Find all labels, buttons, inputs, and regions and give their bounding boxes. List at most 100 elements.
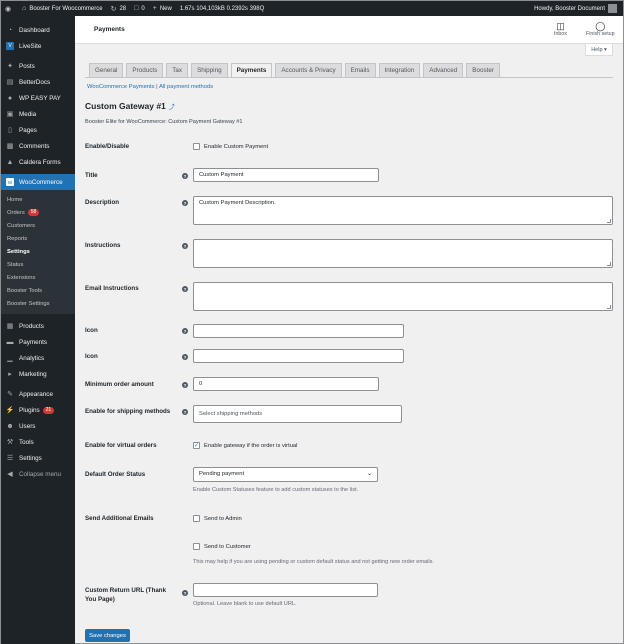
tab-tax[interactable]: Tax (166, 63, 189, 77)
marketing-icon: ▸ (8, 371, 12, 378)
submenu-settings[interactable]: Settings (1, 245, 75, 258)
menu-marketing[interactable]: ▸ Marketing (1, 366, 75, 382)
menu-label: Collapse menu (19, 470, 62, 478)
submenu-customers[interactable]: Customers (1, 219, 75, 232)
help-tip-icon[interactable]: ? (182, 590, 188, 596)
description-textarea[interactable]: Custom Payment Description. (193, 196, 613, 225)
menu-label: Products (19, 322, 44, 330)
submenu-label: Status (7, 261, 24, 268)
virtual-orders-text: Enable gateway if the order is virtual (204, 442, 298, 449)
menu-label: Users (19, 422, 36, 430)
help-tip-icon[interactable]: ? (182, 409, 188, 415)
help-tip-icon[interactable]: ? (182, 200, 188, 206)
tab-general[interactable]: General (89, 63, 124, 77)
wp-logo-button[interactable]: ◉ (1, 5, 18, 13)
menu-woocommerce[interactable]: W WooCommerce (1, 174, 75, 190)
howdy-text: Howdy, Booster Document (534, 5, 605, 12)
email-instructions-textarea[interactable] (193, 282, 613, 311)
plus-icon: + (152, 5, 157, 12)
menu-label: Plugins (19, 406, 40, 414)
inbox-button[interactable]: ◫ Inbox (554, 21, 567, 37)
help-tip-icon[interactable]: ? (182, 328, 188, 334)
help-tab[interactable]: Help ▾ (585, 44, 613, 56)
tab-products[interactable]: Products (126, 63, 164, 77)
media-icon: ▣ (6, 111, 14, 118)
menu-settings[interactable]: ☰ Settings (1, 450, 75, 466)
resize-handle-icon[interactable] (607, 305, 611, 309)
help-tip-icon[interactable]: ? (182, 173, 188, 179)
site-name-link[interactable]: ⌂ Booster For Woocommerce (18, 5, 106, 12)
tab-emails[interactable]: Emails (344, 63, 376, 77)
help-tip-icon[interactable]: ? (182, 286, 188, 292)
send-admin-checkbox[interactable] (193, 515, 200, 522)
menu-pages[interactable]: ▯ Pages (1, 122, 75, 138)
tab-accounts-privacy[interactable]: Accounts & Privacy (275, 63, 342, 77)
resize-handle-icon[interactable] (607, 262, 611, 266)
new-content-link[interactable]: + New (149, 5, 176, 12)
return-url-input[interactable] (193, 583, 378, 597)
external-link-icon[interactable]: ⤴ (169, 105, 175, 111)
menu-caldera-forms[interactable]: ▲ Caldera Forms (1, 154, 75, 170)
min-order-input[interactable]: 0 (193, 377, 379, 391)
enable-custom-payment-checkbox[interactable] (193, 143, 200, 150)
tab-advanced[interactable]: Advanced (423, 63, 464, 77)
submenu-extensions[interactable]: Extensions (1, 271, 75, 284)
instructions-textarea[interactable] (193, 239, 613, 268)
query-monitor-stats[interactable]: 1.67s 104,103kB 0.2392s 398Q (176, 6, 268, 12)
submenu-reports[interactable]: Reports (1, 232, 75, 245)
submenu-orders[interactable]: Orders 58 (1, 206, 75, 219)
stat-time: 1.67s (179, 5, 195, 12)
submenu-booster-tools[interactable]: Booster Tools (1, 284, 75, 297)
tab-shipping[interactable]: Shipping (191, 63, 228, 77)
submenu-booster-settings[interactable]: Booster Settings (1, 297, 75, 310)
menu-plugins[interactable]: ⚡ Plugins 21 (1, 402, 75, 418)
tab-booster[interactable]: Booster (466, 63, 500, 77)
all-payment-methods-link[interactable]: All payment methods (159, 84, 213, 90)
comments-link[interactable]: □ 0 (130, 5, 149, 12)
help-tip-icon[interactable]: ? (182, 243, 188, 249)
analytics-icon: ▁ (7, 355, 13, 362)
finish-setup-button[interactable]: ◯ Finish setup (586, 21, 615, 37)
menu-collapse[interactable]: ◀ Collapse menu (1, 466, 75, 482)
help-tip-icon[interactable]: ? (182, 382, 188, 388)
menu-label: BetterDocs (19, 78, 51, 86)
updates-link[interactable]: ↻ 28 (107, 5, 131, 13)
submenu-home[interactable]: Home (1, 193, 75, 206)
tab-integration[interactable]: Integration (378, 63, 421, 77)
dashboard-icon: ◔ (7, 26, 13, 34)
menu-wp-easy-pay[interactable]: ● WP EASY PAY (1, 90, 75, 106)
resize-handle-icon[interactable] (607, 219, 611, 223)
menu-livesite[interactable]: V LiveSite (1, 38, 75, 54)
send-customer-checkbox[interactable] (193, 543, 200, 550)
menu-products[interactable]: ▦ Products (1, 318, 75, 334)
submenu-status[interactable]: Status (1, 258, 75, 271)
menu-betterdocs[interactable]: ▤ BetterDocs (1, 74, 75, 90)
docs-icon: ▤ (6, 79, 14, 86)
livesite-icon: V (6, 42, 14, 50)
woocommerce-payments-link[interactable]: WooCommerce Payments (87, 84, 155, 90)
menu-tools[interactable]: ⚒ Tools (1, 434, 75, 450)
enable-custom-payment-text: Enable Custom Payment (204, 143, 269, 150)
menu-comments[interactable]: ▩ Comments (1, 138, 75, 154)
progress-circle-icon: ◯ (595, 21, 606, 31)
icon-input-1[interactable] (193, 324, 404, 338)
icon-input-2[interactable] (193, 349, 404, 363)
help-tip-icon[interactable]: ? (182, 354, 188, 360)
menu-payments[interactable]: ▬ Payments (1, 334, 75, 350)
menu-label: Posts (19, 62, 35, 70)
email-instructions-label: Email Instructions (85, 285, 139, 292)
my-account-link[interactable]: Howdy, Booster Document (530, 4, 623, 13)
menu-appearance[interactable]: ✎ Appearance (1, 386, 75, 402)
send-admin-row: Send to Admin (193, 515, 242, 522)
tab-payments[interactable]: Payments (230, 63, 273, 77)
virtual-orders-checkbox[interactable]: ✓ (193, 442, 200, 449)
menu-dashboard[interactable]: ◔ Dashboard (1, 22, 75, 38)
menu-users[interactable]: ☻ Users (1, 418, 75, 434)
save-changes-button[interactable]: Save changes (85, 629, 130, 642)
default-status-select[interactable]: Pending payment ⌄ (193, 467, 378, 482)
menu-analytics[interactable]: ▁ Analytics (1, 350, 75, 366)
menu-media[interactable]: ▣ Media (1, 106, 75, 122)
shipping-methods-select[interactable]: Select shipping methods (193, 405, 402, 423)
title-input[interactable]: Custom Payment (193, 168, 379, 182)
menu-posts[interactable]: ✦ Posts (1, 58, 75, 74)
